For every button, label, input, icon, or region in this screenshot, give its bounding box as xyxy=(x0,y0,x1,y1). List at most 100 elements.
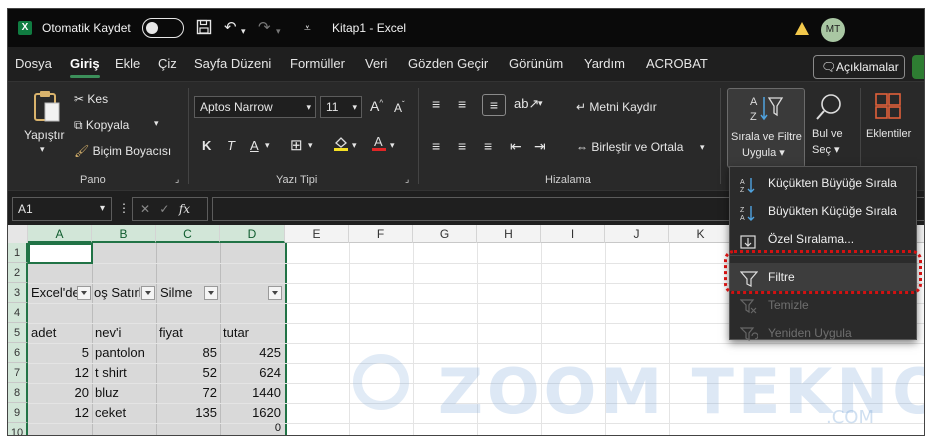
font-color-icon[interactable]: A xyxy=(370,134,388,155)
cell-d9[interactable]: 1620 xyxy=(221,403,283,423)
autosave-toggle[interactable] xyxy=(142,18,184,38)
column-header-b[interactable]: B xyxy=(92,225,156,243)
increase-font-icon[interactable]: A^ xyxy=(370,98,383,114)
row-header-1[interactable]: 1 xyxy=(8,243,28,263)
cell-b9[interactable]: ceket xyxy=(93,403,155,423)
cell-c3[interactable]: Silme xyxy=(158,283,206,303)
align-right-icon[interactable]: ≡ xyxy=(484,138,492,154)
cell-c6[interactable]: 85 xyxy=(157,343,219,363)
select-all-corner[interactable] xyxy=(8,225,28,243)
fx-icon[interactable]: fx xyxy=(179,202,190,216)
undo-icon[interactable]: ↶ xyxy=(224,19,237,37)
filter-dropdown-a[interactable] xyxy=(77,286,91,300)
orientation-dropdown-icon[interactable]: ▾ xyxy=(538,98,543,109)
tab-yardim[interactable]: Yardım xyxy=(584,56,625,71)
undo-dropdown-icon[interactable]: ▾ xyxy=(241,22,246,40)
font-size-select[interactable]: 11 ▾ xyxy=(320,96,362,118)
addins-icon[interactable] xyxy=(874,92,902,123)
row-header-5[interactable]: 5 xyxy=(8,323,28,343)
find-icon[interactable] xyxy=(814,92,844,125)
wrap-text-button[interactable]: ↵ Metni Kaydır xyxy=(576,100,657,114)
column-header-c[interactable]: C xyxy=(156,225,220,243)
cell-d5[interactable]: tutar xyxy=(221,323,283,343)
cut-button[interactable]: ✂ Kes xyxy=(74,92,108,106)
cell-d6[interactable]: 425 xyxy=(221,343,283,363)
orientation-icon[interactable]: ab↗ xyxy=(514,96,539,112)
confirm-icon[interactable]: ✓ xyxy=(159,202,169,216)
row-header-6[interactable]: 6 xyxy=(8,343,28,363)
fill-color-icon[interactable] xyxy=(332,134,350,155)
paste-dropdown-icon[interactable]: ▾ xyxy=(40,144,45,155)
row-header-7[interactable]: 7 xyxy=(8,363,28,383)
column-header-k[interactable]: K xyxy=(669,225,733,243)
tab-gozden-gecir[interactable]: Gözden Geçir xyxy=(408,56,488,71)
underline-dropdown-icon[interactable]: ▾ xyxy=(265,140,270,151)
align-top-icon[interactable]: ≡ xyxy=(432,96,440,112)
align-center-icon[interactable]: ≡ xyxy=(458,138,466,154)
save-icon[interactable] xyxy=(196,19,212,40)
cell-d8[interactable]: 1440 xyxy=(221,383,283,403)
font-launcher-icon[interactable]: ⌟ xyxy=(405,174,409,185)
cell-c7[interactable]: 52 xyxy=(157,363,219,383)
cell-a9[interactable]: 12 xyxy=(29,403,91,423)
comments-button[interactable]: 🗨 Açıklamalar xyxy=(813,55,905,79)
copy-dropdown-icon[interactable]: ▾ xyxy=(154,118,159,129)
tab-dosya[interactable]: Dosya xyxy=(15,56,52,71)
filter-dropdown-d[interactable] xyxy=(268,286,282,300)
borders-dropdown-icon[interactable]: ▾ xyxy=(308,140,313,151)
column-header-g[interactable]: G xyxy=(413,225,477,243)
underline-button[interactable]: A xyxy=(250,138,259,153)
row-header-4[interactable]: 4 xyxy=(8,303,28,323)
row-header-2[interactable]: 2 xyxy=(8,263,28,283)
decrease-indent-icon[interactable]: ⇤ xyxy=(510,138,522,155)
cell-a7[interactable]: 12 xyxy=(29,363,91,383)
row-header-8[interactable]: 8 xyxy=(8,383,28,403)
tab-acrobat[interactable]: ACROBAT xyxy=(646,56,708,71)
cell-c9[interactable]: 135 xyxy=(157,403,219,423)
tab-gorunum[interactable]: Görünüm xyxy=(509,56,563,71)
tab-veri[interactable]: Veri xyxy=(365,56,387,71)
cell-a5[interactable]: adet xyxy=(29,323,91,343)
avatar[interactable]: MT xyxy=(821,18,845,42)
customize-toolbar-icon[interactable]: ⩡ xyxy=(304,19,311,37)
column-header-d[interactable]: D xyxy=(220,225,285,243)
align-middle-icon[interactable]: ≡ xyxy=(458,96,466,112)
font-color-dropdown-icon[interactable]: ▾ xyxy=(390,140,395,151)
addins-label[interactable]: Eklentiler xyxy=(866,128,911,140)
paste-label[interactable]: Yapıştır xyxy=(24,128,64,142)
cell-a3[interactable]: Excel'de xyxy=(29,283,77,303)
reapply-item[interactable]: Yeniden Uygula xyxy=(730,319,916,347)
warning-icon[interactable] xyxy=(795,22,809,35)
tab-giris[interactable]: Giriş xyxy=(70,56,100,78)
share-button[interactable] xyxy=(912,55,924,79)
tab-formuller[interactable]: Formüller xyxy=(290,56,345,71)
cell-d3[interactable] xyxy=(221,283,269,303)
cell-b7[interactable]: t shirt xyxy=(93,363,155,383)
align-left-icon[interactable]: ≡ xyxy=(432,138,440,154)
filter-dropdown-b[interactable] xyxy=(141,286,155,300)
borders-icon[interactable]: ⊞ xyxy=(290,136,303,154)
name-box[interactable]: A1 ▾ xyxy=(12,197,112,221)
sort-ascending-item[interactable]: AZ Küçükten Büyüğe Sırala xyxy=(730,169,916,197)
cancel-icon[interactable]: ✕ xyxy=(140,202,150,216)
column-header-j[interactable]: J xyxy=(605,225,669,243)
italic-button[interactable]: T xyxy=(227,138,235,153)
active-cell[interactable] xyxy=(28,243,93,264)
format-painter-button[interactable]: 🖌 Biçim Boyacısı xyxy=(74,144,171,158)
row-header-10[interactable]: 10 xyxy=(8,423,28,435)
column-header-f[interactable]: F xyxy=(349,225,413,243)
paste-icon[interactable] xyxy=(32,90,62,127)
cell-d10[interactable]: 0 xyxy=(221,421,283,435)
column-header-i[interactable]: I xyxy=(541,225,605,243)
row-header-9[interactable]: 9 xyxy=(8,403,28,423)
sort-descending-item[interactable]: ZA Büyükten Küçüğe Sırala xyxy=(730,197,916,225)
column-header-e[interactable]: E xyxy=(285,225,349,243)
cell-a8[interactable]: 20 xyxy=(29,383,91,403)
merge-center-button[interactable]: ⇔ Birleştir ve Ortala xyxy=(576,140,683,154)
cell-b8[interactable]: bluz xyxy=(93,383,155,403)
decrease-font-icon[interactable]: Aˇ xyxy=(394,100,405,115)
column-header-a[interactable]: A xyxy=(28,225,92,243)
tab-ciz[interactable]: Çiz xyxy=(158,56,177,71)
find-select-label-1[interactable]: Bul ve xyxy=(812,128,843,140)
bold-button[interactable]: K xyxy=(202,138,211,153)
